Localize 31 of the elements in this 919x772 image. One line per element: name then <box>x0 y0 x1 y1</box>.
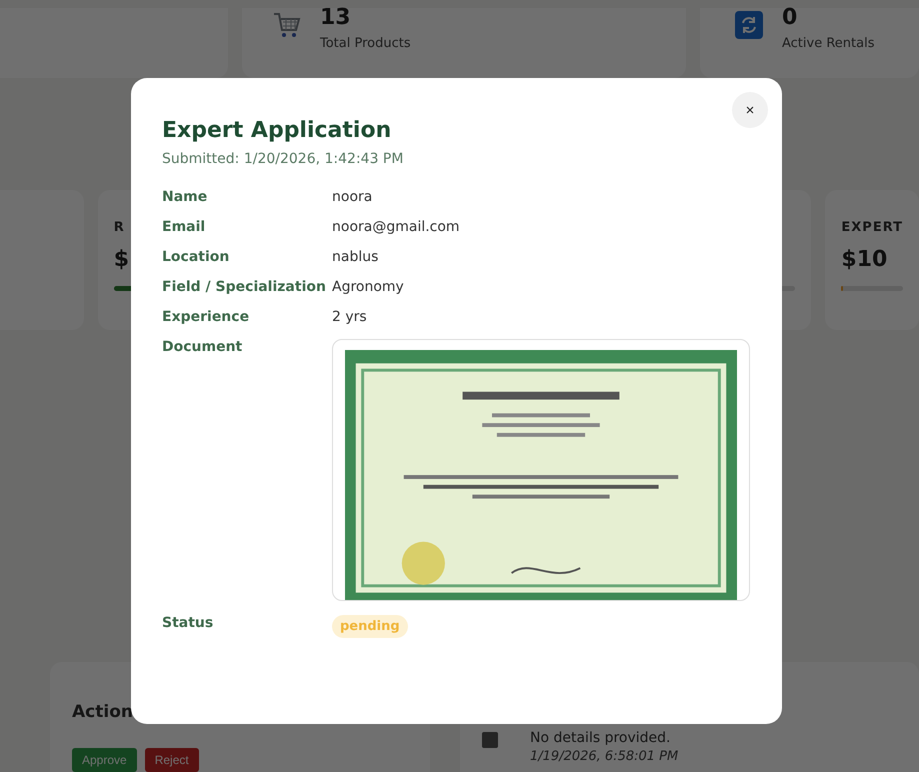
field-label: Field / Specialization <box>162 279 327 295</box>
field-label: Experience <box>162 309 250 325</box>
close-button[interactable]: × <box>732 92 768 128</box>
field-label: Email <box>162 219 206 235</box>
modal-title: Expert Application <box>162 118 392 143</box>
field-label: Name <box>162 189 208 205</box>
field-label: Document <box>162 339 244 357</box>
stat-value: 0 <box>782 8 798 28</box>
status-badge: pending <box>332 615 408 638</box>
stat-label: Total Products <box>320 36 411 51</box>
field-label: Status <box>162 615 214 633</box>
cart-icon <box>272 10 302 40</box>
stat-label: Active Rentals <box>782 36 874 51</box>
revenue-label: EXPERT <box>841 220 903 235</box>
field-value: noora <box>332 189 374 205</box>
field-value: nablus <box>332 249 380 265</box>
revenue-label: R <box>114 220 125 235</box>
action-button[interactable]: Reject <box>144 748 199 772</box>
actions-title: Action <box>72 702 134 722</box>
action-button[interactable]: Approve <box>72 748 137 772</box>
field-value: noora@gmail.com <box>332 219 461 235</box>
field-value: 2 yrs <box>332 309 368 325</box>
revenue-value: $10 <box>841 247 888 272</box>
field-label: Location <box>162 249 230 265</box>
stat-value: 13 <box>320 8 352 28</box>
document-icon <box>480 730 500 750</box>
activity-time: 1/19/2026, 6:58:01 PM <box>530 749 678 764</box>
submitted-date: Submitted: 1/20/2026, 1:42:43 PM <box>162 151 404 167</box>
field-value: Agronomy <box>332 279 405 295</box>
revenue-value: $ <box>114 247 130 272</box>
activity-text: No details provided. <box>530 730 672 746</box>
